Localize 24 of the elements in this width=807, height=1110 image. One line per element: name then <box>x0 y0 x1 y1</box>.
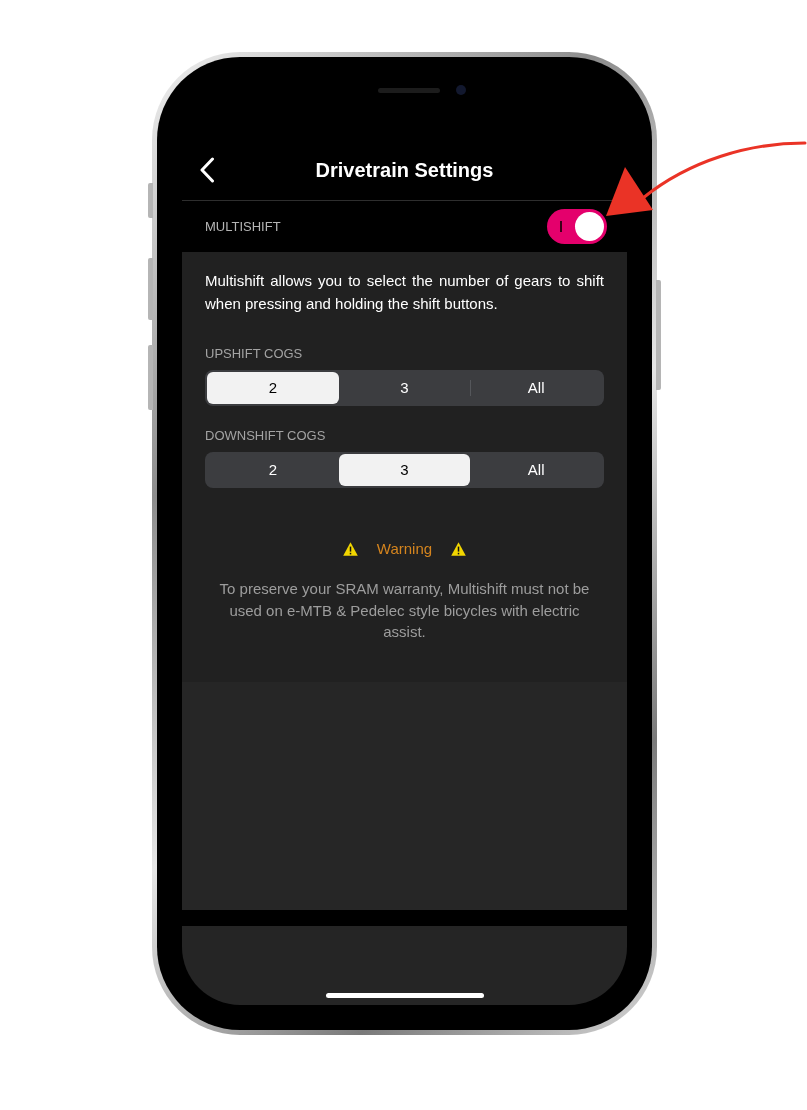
section-label: UPSHIFT COGS <box>205 346 304 362</box>
chevron-left-icon <box>199 157 215 183</box>
segment-option[interactable]: 2 <box>207 454 339 486</box>
warning-icon <box>342 542 358 556</box>
segment-option[interactable]: All <box>470 372 602 404</box>
camera-icon <box>455 85 466 95</box>
warning-icon <box>451 542 467 556</box>
screen-title: Drivetrain Settings <box>314 158 495 183</box>
phone-side-button[interactable] <box>656 280 661 390</box>
segment-option[interactable]: All <box>470 454 602 486</box>
speaker-grille <box>377 87 440 93</box>
segment-option[interactable]: 2 <box>207 372 339 404</box>
section-label: DOWNSHIFT COGS <box>205 428 327 444</box>
segment-option[interactable]: 3 <box>338 372 471 404</box>
phone-side-button[interactable] <box>148 183 153 218</box>
setting-label: MULTISHIFT <box>205 217 281 236</box>
phone-side-button[interactable] <box>148 258 153 320</box>
back-button[interactable] <box>199 157 215 183</box>
segment-option[interactable]: 3 <box>338 454 471 486</box>
toggle-switch[interactable] <box>547 209 607 244</box>
warning-text: To preserve your SRAM warranty, Multishift must not be used on e-MTB & Pedelec style bicycles with electric assist. <box>218 579 591 642</box>
phone-side-button[interactable] <box>148 345 153 410</box>
description-text: Multishift allows you to select the number of gears to shift when pressing and holding the shift buttons. <box>205 271 604 314</box>
warning-title: Warning <box>376 538 433 559</box>
